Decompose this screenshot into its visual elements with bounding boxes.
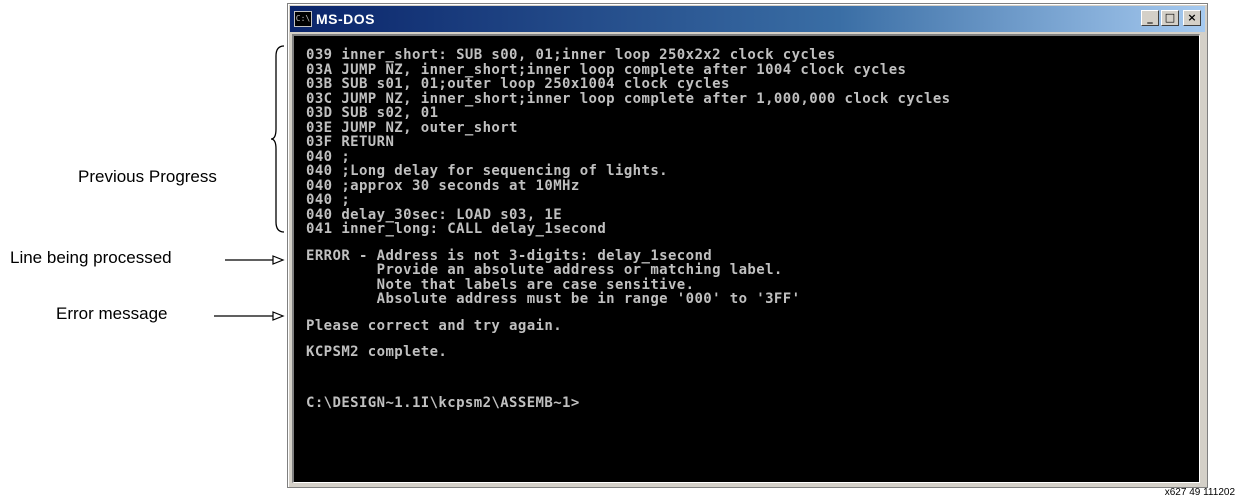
- maximize-button[interactable]: □: [1161, 10, 1179, 26]
- error-line: Note that labels are case sensitive.: [306, 276, 695, 293]
- retry-message: Please correct and try again.: [306, 317, 563, 334]
- msdos-app-icon[interactable]: C:\: [294, 11, 312, 27]
- error-line: Absolute address must be in range '000' …: [306, 291, 801, 307]
- line-processed-arrow: [225, 255, 285, 265]
- msdos-window: C:\ MS-DOS _ □ × 039 inner_short: SUB s0…: [287, 3, 1208, 488]
- minimize-button[interactable]: _: [1141, 10, 1159, 26]
- console-output[interactable]: 039 inner_short: SUB s00, 01;inner loop …: [292, 34, 1200, 483]
- previous-progress-brace: [270, 45, 285, 233]
- console-line: 03C JUMP NZ, inner_short;inner loop comp…: [306, 90, 951, 107]
- current-processed-line: 041 inner_long: CALL delay_1second: [306, 221, 607, 237]
- console-line: 040 delay_30sec: LOAD s03, 1E: [306, 206, 563, 223]
- window-title: MS-DOS: [316, 11, 375, 27]
- figure-id: x627 49 111202: [1164, 487, 1235, 498]
- console-line: 040 ;Long delay for sequencing of lights…: [306, 163, 668, 179]
- console-line: 040 ;: [306, 148, 351, 165]
- title-bar[interactable]: C:\ MS-DOS _ □ ×: [290, 6, 1205, 32]
- error-line: ERROR - Address is not 3-digits: delay_1…: [306, 247, 713, 264]
- completion-message: KCPSM2 complete.: [306, 344, 448, 360]
- console-line: 03F RETURN: [306, 134, 395, 150]
- console-line: 03B SUB s01, 01;outer loop 250x1004 cloc…: [306, 76, 730, 92]
- line-being-processed-label: Line being processed: [10, 248, 172, 267]
- previous-progress-label: Previous Progress: [78, 167, 217, 186]
- error-line: Provide an absolute address or matching …: [306, 262, 783, 278]
- command-prompt[interactable]: C:\DESIGN~1.1I\kcpsm2\ASSEMB~1>: [306, 395, 1199, 411]
- console-line: 040 ;approx 30 seconds at 10MHz: [306, 177, 580, 194]
- error-message-label: Error message: [56, 304, 168, 323]
- console-line: 039 inner_short: SUB s00, 01;inner loop …: [306, 47, 836, 63]
- close-button[interactable]: ×: [1183, 10, 1201, 26]
- console-line: 03A JUMP NZ, inner_short;inner loop comp…: [306, 61, 907, 78]
- error-message-arrow: [214, 311, 285, 321]
- console-line: 040 ;: [306, 192, 351, 208]
- console-line: 03E JUMP NZ, outer_short: [306, 119, 518, 136]
- console-line: 03D SUB s02, 01: [306, 105, 439, 121]
